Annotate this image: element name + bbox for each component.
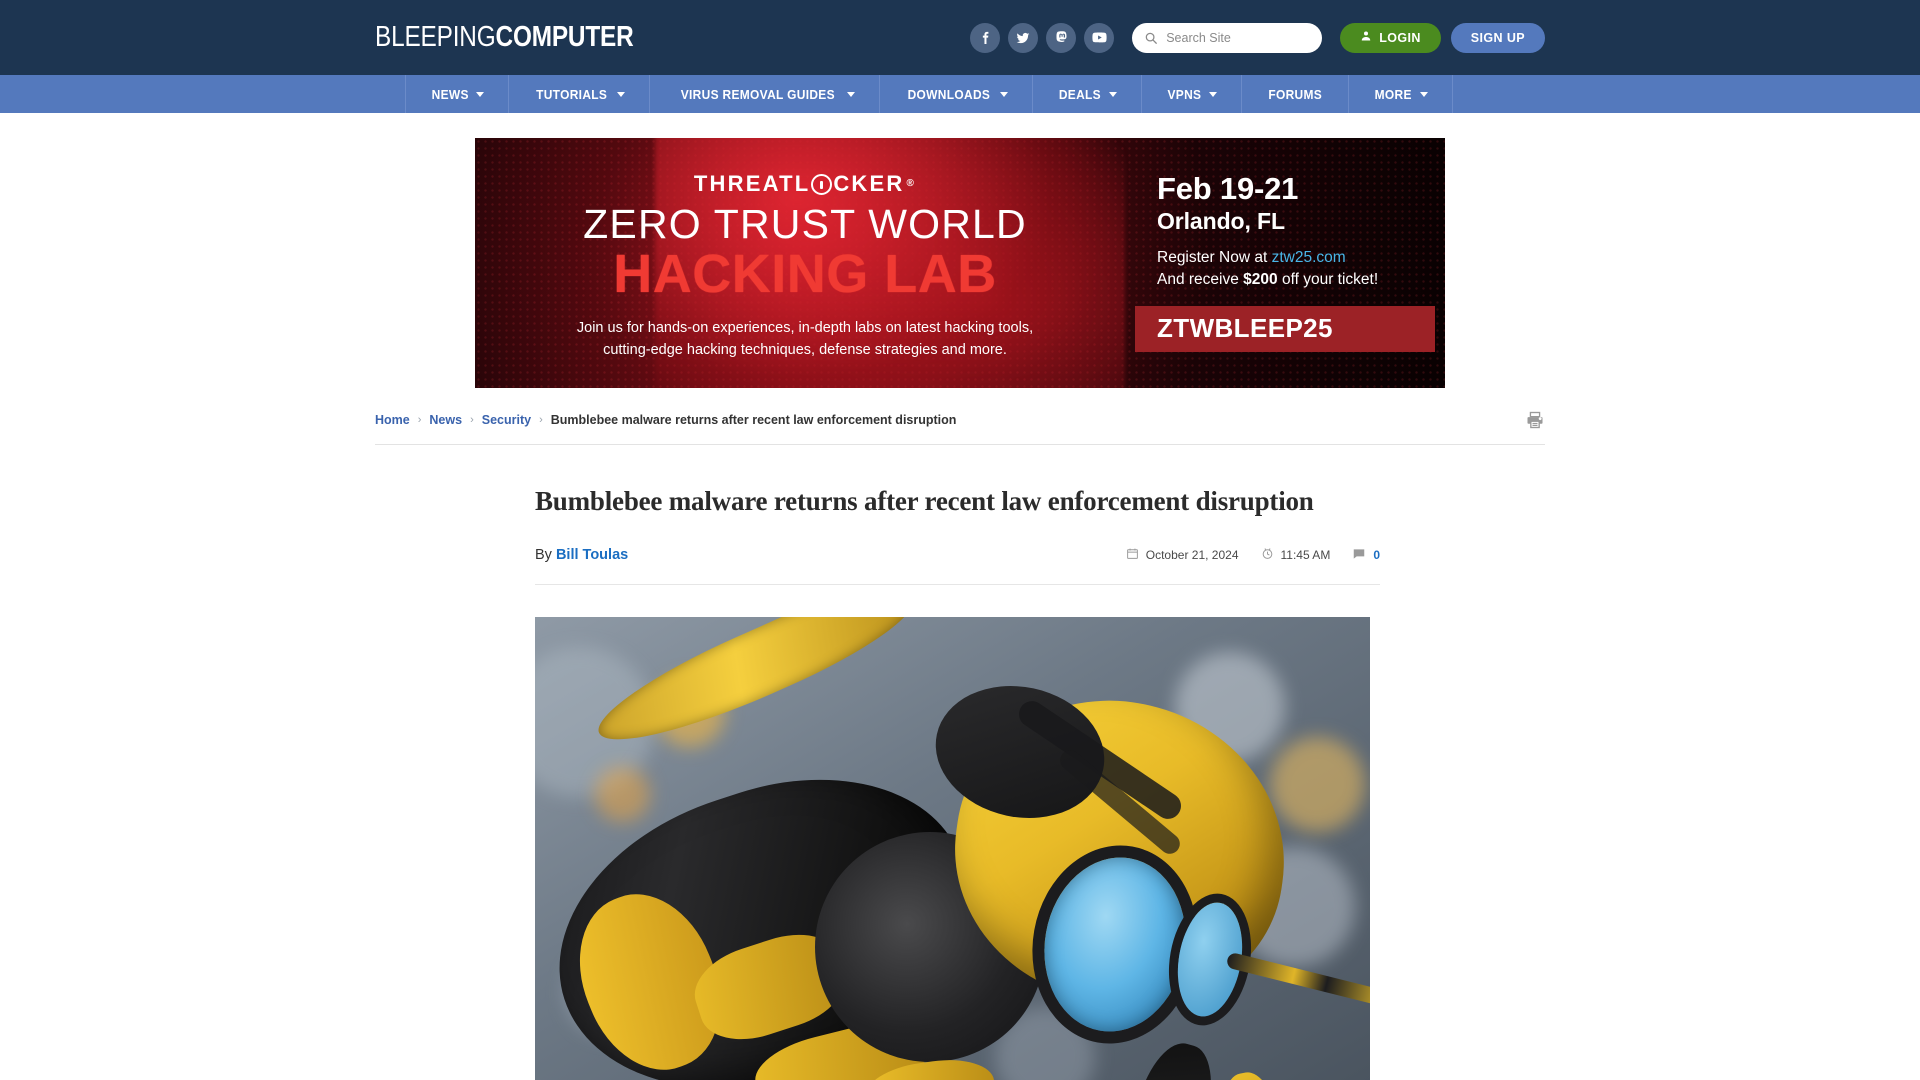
- author-line: By Bill Toulas: [535, 547, 628, 563]
- youtube-icon[interactable]: [1084, 22, 1115, 53]
- logo-text-bold: COMPUTER: [495, 21, 634, 53]
- chevron-down-icon: [1000, 91, 1009, 97]
- social-links: [970, 22, 1115, 53]
- breadcrumb-item-2[interactable]: News: [429, 413, 462, 427]
- comment-count-text: 0: [1373, 548, 1380, 563]
- threatlocker-logo: THREATL CKER ®: [694, 171, 916, 197]
- ad-event-date: Feb 19-21: [1157, 171, 1299, 207]
- ad-discount-amount: $200: [1243, 271, 1278, 289]
- logo-text-thin: BLEEPING: [375, 21, 496, 53]
- calendar-icon: [1126, 547, 1139, 563]
- chevron-down-icon: [1108, 91, 1117, 97]
- site-header: BLEEPINGCOMPUTER Search Site LOGIN SIGN …: [0, 0, 1920, 75]
- ad-subtext-line-1: Join us for hands-on experiences, in-dep…: [576, 319, 1034, 336]
- nav-item-label: MORE: [1374, 86, 1412, 102]
- main-navigation: NEWS TUTORIALS VIRUS REMOVAL GUIDES DOWNLOA…: [0, 75, 1920, 113]
- breadcrumb-separator: ›: [539, 414, 543, 426]
- chevron-down-icon: [616, 91, 625, 97]
- ad-discount-prefix: And receive: [1157, 271, 1244, 289]
- ad-register-line: Register Now at ztw25.com: [1157, 247, 1445, 269]
- ad-headline-1: ZERO TRUST WORLD: [583, 200, 1027, 247]
- publish-time-text: 11:45 AM: [1280, 548, 1331, 563]
- mastodon-icon[interactable]: [1046, 22, 1077, 53]
- nav-item-forums[interactable]: FORUMS: [1242, 75, 1350, 113]
- threatlocker-logo-part2: CKER: [833, 170, 905, 196]
- ad-promo-code-box: ZTWBLEEP25: [1135, 305, 1435, 352]
- comment-icon: [1352, 547, 1366, 564]
- login-button-label: LOGIN: [1379, 30, 1421, 45]
- print-icon[interactable]: [1525, 410, 1545, 430]
- threatlocker-lock-icon: [811, 174, 833, 196]
- twitter-icon[interactable]: [1008, 22, 1039, 53]
- signup-button[interactable]: SIGN UP: [1450, 22, 1545, 53]
- publish-time: 11:45 AM: [1261, 547, 1331, 563]
- search-box[interactable]: [1132, 22, 1323, 53]
- nav-item-label: DOWNLOADS: [907, 86, 991, 102]
- chevron-down-icon: [847, 91, 856, 97]
- publish-date-text: October 21, 2024: [1145, 548, 1239, 563]
- article-hero-image: [535, 616, 1370, 1080]
- nav-item-news[interactable]: NEWS: [405, 75, 510, 113]
- search-input[interactable]: [1166, 30, 1311, 45]
- nav-item-vpns[interactable]: VPNS: [1142, 75, 1242, 113]
- signup-button-label: SIGN UP: [1470, 30, 1525, 45]
- breadcrumb-item-4: Bumblebee malware returns after recent l…: [550, 413, 957, 427]
- registered-mark: ®: [906, 178, 917, 190]
- ad-discount-suffix: off your ticket!: [1277, 271, 1379, 289]
- user-icon: [1360, 30, 1372, 45]
- facebook-icon[interactable]: [970, 22, 1001, 53]
- nav-item-label: VPNS: [1167, 86, 1202, 102]
- author-link[interactable]: Bill Toulas: [556, 547, 628, 563]
- nav-item-tutorials[interactable]: TUTORIALS: [509, 75, 650, 113]
- ad-discount-line: And receive $200 off your ticket!: [1157, 269, 1445, 291]
- page-body: THREATL CKER ® ZERO TRUST WORLD HACKING LA…: [0, 113, 1920, 1080]
- nav-item-deals[interactable]: DEALS: [1033, 75, 1142, 113]
- bee-illustration: [535, 616, 1370, 1080]
- breadcrumb-item-1[interactable]: Home: [375, 413, 410, 427]
- ad-register-link[interactable]: ztw25.com: [1272, 249, 1346, 266]
- comment-count[interactable]: 0: [1352, 547, 1380, 564]
- nav-item-label: NEWS: [431, 86, 469, 102]
- ad-register-prefix: Register Now at: [1157, 248, 1272, 266]
- threatlocker-logo-part1: THREATL: [693, 170, 811, 196]
- ad-subtext-line-2: cutting-edge hacking techniques, defense…: [603, 341, 1007, 358]
- ad-subtext: Join us for hands-on experiences, in-dep…: [577, 318, 1033, 362]
- ad-event-city: Orlando, FL: [1157, 208, 1285, 235]
- page-title: Bumblebee malware returns after recent l…: [535, 486, 1314, 516]
- nav-item-more[interactable]: MORE: [1349, 75, 1453, 113]
- breadcrumb-separator: ›: [417, 414, 422, 426]
- login-button[interactable]: LOGIN: [1340, 22, 1441, 53]
- chevron-down-icon: [476, 91, 485, 97]
- nav-item-label: VIRUS REMOVAL GUIDES: [680, 86, 835, 102]
- nav-item-label: TUTORIALS: [536, 86, 608, 102]
- nav-item-virus-removal-guides[interactable]: VIRUS REMOVAL GUIDES: [650, 75, 881, 113]
- ad-headline-2: HACKING LAB: [613, 243, 997, 304]
- nav-item-label: DEALS: [1058, 86, 1102, 102]
- breadcrumb: Home › News › Security › Bumblebee malware ret…: [375, 388, 1545, 445]
- advertisement-banner[interactable]: THREATL CKER ® ZERO TRUST WORLD HACKING LA…: [475, 138, 1445, 388]
- publish-date: October 21, 2024: [1126, 547, 1239, 563]
- breadcrumb-separator: ›: [470, 414, 474, 426]
- by-prefix: By: [535, 547, 556, 564]
- chevron-down-icon: [1208, 91, 1217, 97]
- ad-promo-code: ZTWBLEEP25: [1157, 313, 1333, 344]
- article-byline: By Bill Toulas October 21, 2024 11:45 AM…: [535, 519, 1380, 585]
- site-logo[interactable]: BLEEPINGCOMPUTER: [375, 21, 634, 54]
- chevron-down-icon: [1419, 91, 1428, 97]
- breadcrumb-item-3[interactable]: Security: [482, 413, 531, 427]
- nav-item-downloads[interactable]: DOWNLOADS: [880, 75, 1034, 113]
- clock-icon: [1261, 547, 1274, 563]
- search-icon: [1144, 31, 1158, 45]
- nav-item-label: FORUMS: [1268, 86, 1322, 102]
